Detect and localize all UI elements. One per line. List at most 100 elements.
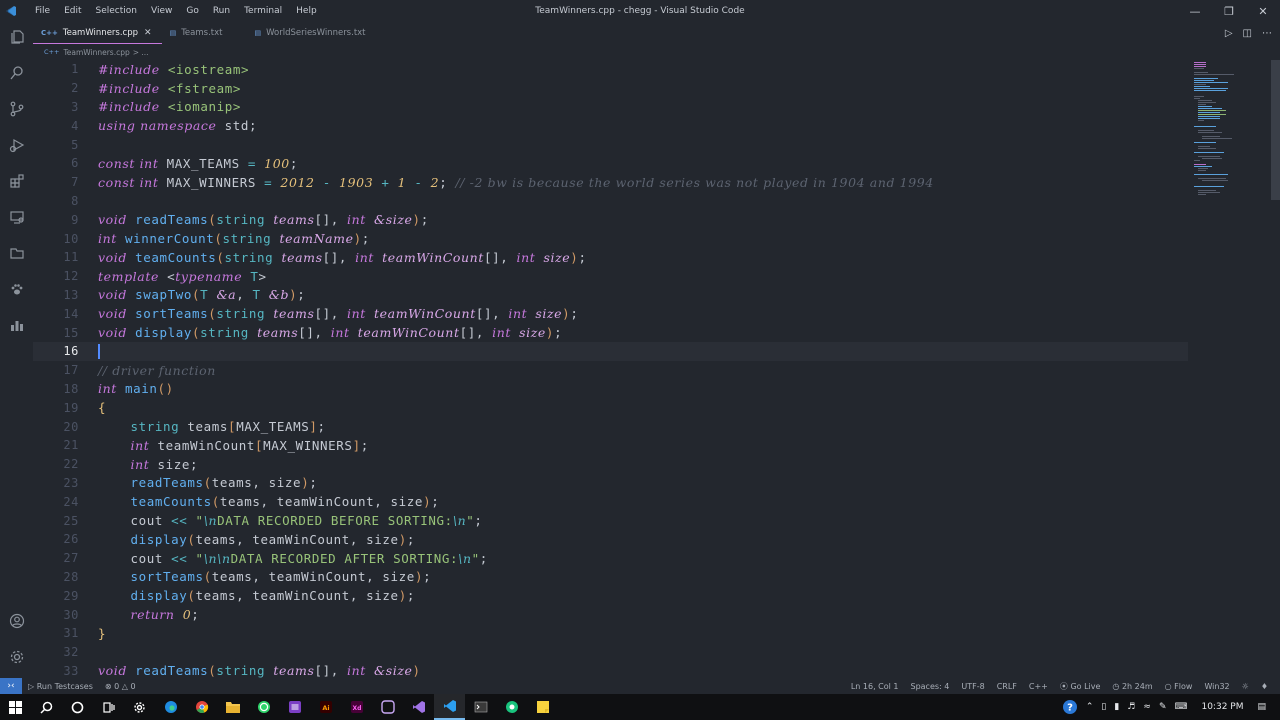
line-number: 7 — [71, 175, 79, 190]
app-green-icon[interactable] — [496, 694, 527, 720]
code-text: #include <iostream> — [98, 61, 250, 77]
edge-icon[interactable] — [155, 694, 186, 720]
remote-explorer-icon[interactable] — [6, 206, 27, 227]
minimap[interactable] — [1190, 60, 1268, 220]
run-debug-icon[interactable] — [6, 134, 27, 155]
cortana-icon[interactable] — [62, 694, 93, 720]
extensions-icon[interactable] — [6, 170, 27, 191]
scrollbar-thumb[interactable] — [1271, 60, 1280, 200]
settings-icon[interactable] — [124, 694, 155, 720]
feedback-icon[interactable]: ☼ — [1236, 682, 1255, 691]
time-tracker[interactable]: ◷ 2h 24m — [1106, 682, 1158, 691]
tab-teams-txt[interactable]: ▤ Teams.txt — [162, 22, 233, 44]
menu-go[interactable]: Go — [179, 6, 205, 16]
run-testcases-label: Run Testcases — [36, 681, 93, 691]
language-mode[interactable]: C++ — [1023, 682, 1054, 691]
menu-run[interactable]: Run — [206, 6, 237, 16]
line-number: 13 — [63, 287, 79, 302]
menu-view[interactable]: View — [144, 6, 179, 16]
account-icon[interactable] — [6, 610, 27, 631]
code-line: 13 void swapTwo(T &a, T &b); — [33, 286, 1188, 305]
breadcrumb-file[interactable]: TeamWinners.cpp — [63, 48, 129, 57]
code-line: 9 void readTeams(string teams[], int &siz… — [33, 210, 1188, 229]
explorer-icon[interactable] — [6, 26, 27, 47]
notification-center-icon[interactable]: ▤ — [1253, 702, 1280, 712]
keyboard-icon[interactable]: ⌨ — [1170, 702, 1191, 712]
circle-icon: ○ — [1164, 681, 1172, 691]
menu-edit[interactable]: Edit — [57, 6, 88, 16]
code-line: 18 int main() — [33, 380, 1188, 399]
app-purple-icon[interactable] — [279, 694, 310, 720]
split-editor-icon[interactable]: ◫ — [1243, 28, 1252, 39]
help-icon[interactable]: ? — [1058, 699, 1082, 715]
settings-gear-icon[interactable] — [6, 646, 27, 667]
problems-indicator[interactable]: ⊗ 0 △ 0 — [99, 682, 142, 691]
xd-icon[interactable]: Xd — [341, 694, 372, 720]
go-live-button[interactable]: ⦿ Go Live — [1054, 681, 1107, 692]
svg-text:Xd: Xd — [352, 705, 361, 712]
terminal-icon[interactable] — [465, 694, 496, 720]
chart-icon[interactable] — [6, 314, 27, 335]
wifi-icon[interactable]: ≈ — [1139, 702, 1155, 712]
minimize-button[interactable]: — — [1178, 0, 1212, 22]
flow-status[interactable]: ○ Flow — [1159, 682, 1199, 691]
line-number: 11 — [63, 250, 79, 265]
vscode-logo-icon — [0, 0, 22, 22]
menu-help[interactable]: Help — [289, 6, 324, 16]
current-line[interactable]: 16 — [33, 342, 1188, 361]
vscode-icon[interactable] — [434, 694, 465, 720]
code-line: 4 using namespace std; — [33, 116, 1188, 135]
task-view-icon[interactable] — [93, 694, 124, 720]
code-line: 21 int teamWinCount[MAX_WINNERS]; — [33, 436, 1188, 455]
code-editor[interactable]: 1 #include <iostream> 2 #include <fstream>… — [33, 60, 1268, 678]
chrome-icon[interactable] — [186, 694, 217, 720]
menu-terminal[interactable]: Terminal — [237, 6, 289, 16]
folder-icon[interactable] — [6, 242, 27, 263]
search-icon[interactable] — [6, 62, 27, 83]
code-line: 8 — [33, 192, 1188, 211]
clock[interactable]: 10:32 PM — [1191, 702, 1253, 712]
chevron-up-icon[interactable]: ⌃ — [1082, 702, 1098, 712]
battery-icon[interactable]: ▮ — [1110, 702, 1123, 712]
code-line: 14 void sortTeams(string teams[], int tea… — [33, 304, 1188, 323]
notifications-bell-icon[interactable]: ♦ — [1255, 682, 1274, 691]
windows-start-icon[interactable] — [0, 694, 31, 720]
volume-icon[interactable]: ♬ — [1123, 702, 1139, 712]
platform[interactable]: Win32 — [1198, 682, 1235, 691]
paw-icon[interactable] — [6, 278, 27, 299]
maximize-button[interactable]: ❐ — [1212, 0, 1246, 22]
system-tray: ? ⌃ ▯ ▮ ♬ ≈ ✎ ⌨ 10:32 PM ▤ — [1058, 694, 1280, 720]
close-window-button[interactable]: ✕ — [1246, 0, 1280, 22]
pen-icon[interactable]: ✎ — [1155, 702, 1171, 712]
remote-indicator-icon[interactable]: ›‹ — [0, 678, 22, 694]
vertical-scrollbar[interactable] — [1269, 60, 1280, 678]
breadcrumb-rest[interactable]: > ... — [133, 48, 149, 57]
obs-icon[interactable] — [372, 694, 403, 720]
visual-studio-icon[interactable] — [403, 694, 434, 720]
tab-worldserieswinners-txt[interactable]: ▤ WorldSeriesWinners.txt — [246, 22, 375, 44]
run-file-icon[interactable]: ▷ — [1225, 28, 1233, 39]
search-icon[interactable] — [31, 694, 62, 720]
sticky-notes-icon[interactable] — [527, 694, 558, 720]
code-text: } — [98, 625, 107, 641]
end-of-line[interactable]: CRLF — [991, 682, 1023, 691]
whatsapp-icon[interactable] — [248, 694, 279, 720]
tab-teamwinners-cpp[interactable]: C++ TeamWinners.cpp ✕ — [33, 22, 162, 44]
menu-selection[interactable]: Selection — [89, 6, 144, 16]
file-explorer-icon[interactable] — [217, 694, 248, 720]
more-actions-icon[interactable]: ⋯ — [1262, 28, 1272, 39]
encoding[interactable]: UTF-8 — [955, 682, 990, 691]
run-testcases-button[interactable]: ▷ Run Testcases — [22, 682, 99, 691]
phone-icon[interactable]: ▯ — [1097, 702, 1110, 712]
close-tab-icon[interactable]: ✕ — [144, 28, 152, 38]
source-control-icon[interactable] — [6, 98, 27, 119]
cursor-position[interactable]: Ln 16, Col 1 — [845, 682, 905, 691]
illustrator-icon[interactable]: Ai — [310, 694, 341, 720]
indentation[interactable]: Spaces: 4 — [904, 682, 955, 691]
code-text: cout << "\nDATA RECORDED BEFORE SORTING:… — [98, 513, 483, 529]
tab-label: Teams.txt — [181, 28, 223, 38]
line-number: 14 — [63, 306, 79, 321]
menu-file[interactable]: File — [28, 6, 57, 16]
line-number: 21 — [63, 438, 79, 453]
warning-icon: △ — [121, 681, 128, 691]
